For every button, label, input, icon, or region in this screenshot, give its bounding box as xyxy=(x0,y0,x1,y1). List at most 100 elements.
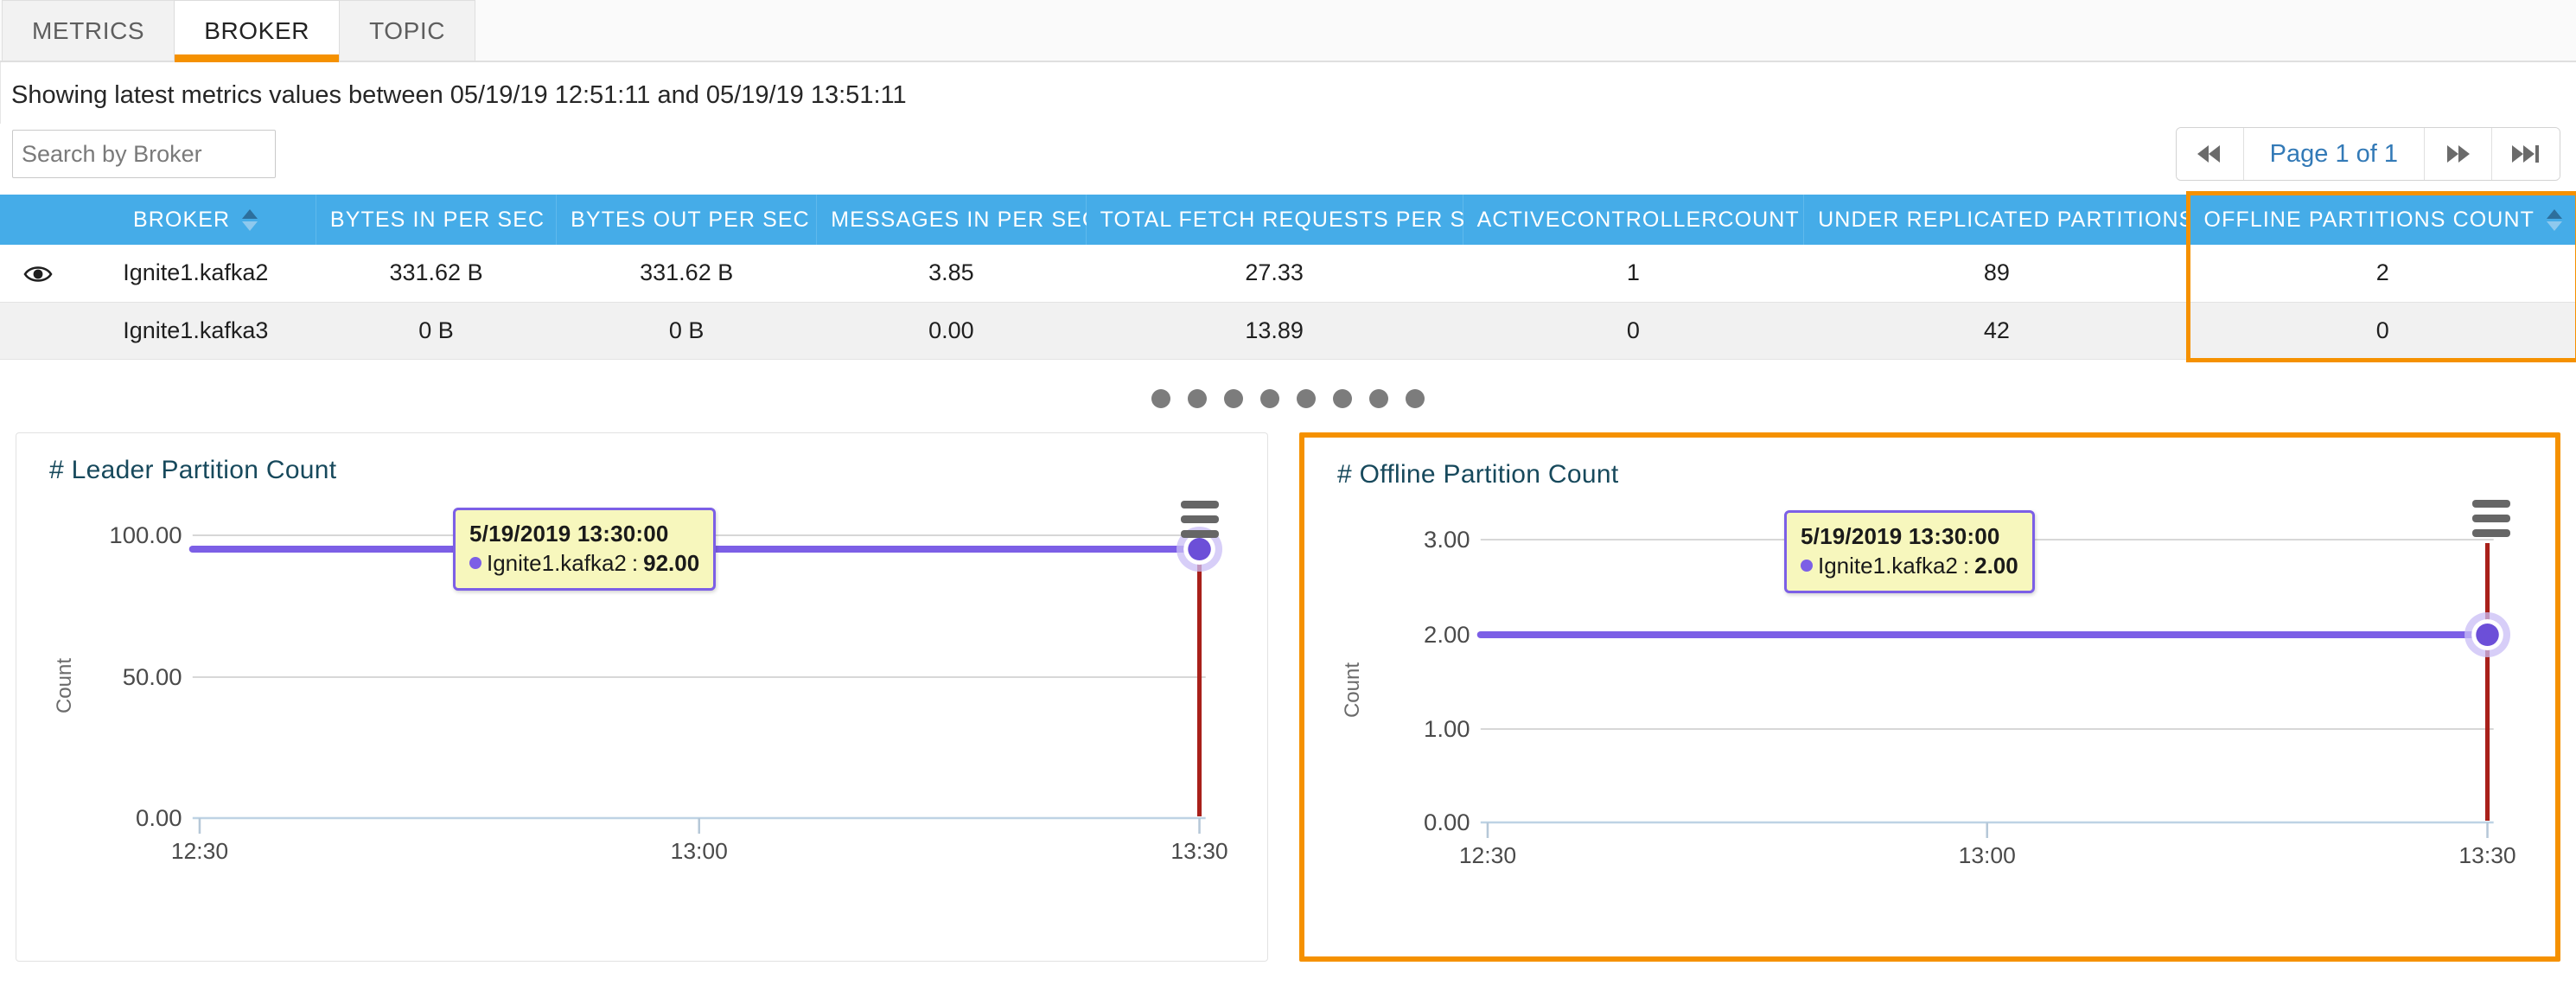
tab-bar: METRICS BROKER TOPIC xyxy=(0,0,2576,62)
broker-metrics-page: METRICS BROKER TOPIC Showing latest metr… xyxy=(0,0,2576,985)
column-header-offline-partitions-count-label: OFFLINE PARTITIONS COUNT xyxy=(2203,207,2535,232)
carousel-dot[interactable] xyxy=(1297,388,1316,408)
y-tick-label: 0.00 xyxy=(136,804,182,831)
chart-menu-hamburger-icon[interactable] xyxy=(2472,499,2510,537)
carousel-dots xyxy=(0,360,2576,432)
metrics-time-range-text: Showing latest metrics values between 05… xyxy=(0,62,2576,124)
chart-title-offline-partition-count: # Offline Partition Count xyxy=(1337,459,1619,489)
column-header-messages-in-per-sec[interactable]: MESSAGES IN PER SEC xyxy=(816,195,1127,245)
tooltip-series-bullet-icon xyxy=(469,556,481,569)
first-page-button[interactable] xyxy=(2176,128,2244,180)
cell-bytes-out-per-sec: 0 B xyxy=(556,302,817,360)
x-tick-label: 13:30 xyxy=(2458,842,2515,868)
y-tick-label: 0.00 xyxy=(1424,809,1470,835)
tooltip-series-row: Ignite1.kafka2: 92.00 xyxy=(469,548,699,578)
broker-metrics-table: BROKER BYTES IN PER SEC BYTES OUT PER SE… xyxy=(0,195,2576,360)
column-header-offline-partitions-count[interactable]: OFFLINE PARTITIONS COUNT xyxy=(2190,195,2576,245)
tooltip-series-row: Ignite1.kafka2: 2.00 xyxy=(1801,551,2018,580)
x-tick-label: 12:30 xyxy=(1459,842,1516,868)
tab-metrics[interactable]: METRICS xyxy=(2,0,175,61)
y-axis-title: Count xyxy=(1341,662,1364,717)
tooltip-series-name: Ignite1.kafka2 xyxy=(1818,552,1958,579)
column-header-bytes-out-per-sec-label: BYTES OUT PER SEC xyxy=(571,207,810,232)
column-header-bytes-in-per-sec[interactable]: BYTES IN PER SEC xyxy=(316,195,573,245)
column-header-under-replicated-partitions-label: UNDER REPLICATED PARTITIONS xyxy=(1818,207,2195,232)
column-header-activecontrollercount[interactable]: ACTIVECONTROLLERCOUNT xyxy=(1463,195,1827,245)
table-row[interactable]: Ignite1.kafka3 0 B 0 B 0.00 13.89 0 42 0 xyxy=(0,302,2576,360)
sort-arrows-icon[interactable] xyxy=(242,208,258,231)
tab-topic[interactable]: TOPIC xyxy=(339,0,476,61)
row-visibility-toggle[interactable] xyxy=(0,302,76,360)
carousel-dot[interactable] xyxy=(1260,388,1279,408)
cell-activecontrollercount: 0 xyxy=(1463,302,1804,360)
x-tick-label: 13:00 xyxy=(1959,842,2016,868)
chart-body-offline-partition-count: 3.00 2.00 1.00 0.00 12:30 13:00 13:30 Co… xyxy=(1304,489,2555,922)
page-indicator-label[interactable]: Page 1 of 1 xyxy=(2244,128,2425,180)
tooltip-series-value: 2.00 xyxy=(1974,552,2018,579)
marker-point xyxy=(2476,623,2499,646)
tooltip-timestamp: 5/19/2019 13:30:00 xyxy=(1801,522,2000,549)
y-tick-label: 3.00 xyxy=(1424,526,1470,553)
row-visibility-toggle[interactable] xyxy=(0,245,76,303)
y-tick-label: 1.00 xyxy=(1424,715,1470,742)
tab-topic-label: TOPIC xyxy=(369,16,446,44)
column-header-total-fetch-requests-per-sec[interactable]: TOTAL FETCH REQUESTS PER SEC xyxy=(1086,195,1526,245)
table-row[interactable]: Ignite1.kafka2 331.62 B 331.62 B 3.85 27… xyxy=(0,245,2576,303)
eye-icon xyxy=(23,266,53,282)
y-tick-label: 2.00 xyxy=(1424,621,1470,648)
cell-activecontrollercount: 1 xyxy=(1463,245,1804,303)
column-header-total-fetch-requests-per-sec-label: TOTAL FETCH REQUESTS PER SEC xyxy=(1100,207,1498,232)
last-page-icon xyxy=(2512,145,2539,163)
chart-title-leader-partition-count: # Leader Partition Count xyxy=(49,455,337,484)
broker-metrics-table-wrapper: BROKER BYTES IN PER SEC BYTES OUT PER SE… xyxy=(0,191,2576,362)
chart-menu-hamburger-icon[interactable] xyxy=(1181,500,1219,538)
carousel-dot[interactable] xyxy=(1333,388,1352,408)
tooltip-colon: : xyxy=(631,549,639,576)
column-header-bytes-in-per-sec-label: BYTES IN PER SEC xyxy=(329,207,545,232)
carousel-dot[interactable] xyxy=(1151,388,1170,408)
tab-broker[interactable]: BROKER xyxy=(174,0,341,62)
cell-bytes-in-per-sec: 0 B xyxy=(316,302,557,360)
carousel-dot[interactable] xyxy=(1369,388,1388,408)
chart-body-leader-partition-count: 100.00 50.00 0.00 12:30 13:00 13:30 Coun… xyxy=(16,485,1267,918)
cell-bytes-in-per-sec: 331.62 B xyxy=(316,245,557,303)
y-axis-title: Count xyxy=(53,657,76,713)
search-input[interactable] xyxy=(12,130,276,178)
cell-total-fetch-requests-per-sec: 27.33 xyxy=(1086,245,1463,303)
next-page-icon xyxy=(2446,145,2470,163)
tooltip-series-bullet-icon xyxy=(1801,559,1813,572)
tooltip-series-value: 92.00 xyxy=(643,549,700,576)
cell-offline-partitions-count: 0 xyxy=(2190,302,2576,360)
carousel-dot[interactable] xyxy=(1224,388,1243,408)
tooltip-series-name: Ignite1.kafka2 xyxy=(487,549,627,576)
sort-arrows-icon[interactable] xyxy=(2546,208,2562,231)
charts-row: # Leader Partition Count 100.00 50.00 0.… xyxy=(0,432,2576,977)
marker-point xyxy=(1188,537,1211,560)
carousel-dot[interactable] xyxy=(1406,388,1425,408)
cell-offline-partitions-count: 2 xyxy=(2190,245,2576,303)
first-page-icon xyxy=(2197,145,2221,163)
offline-partition-count-chart-card: # Offline Partition Count 3.00 2.00 1.00… xyxy=(1299,432,2560,962)
column-header-activecontrollercount-label: ACTIVECONTROLLERCOUNT xyxy=(1476,207,1800,232)
chart-tooltip-leader-partition-count: 5/19/2019 13:30:00 Ignite1.kafka2: 92.00 xyxy=(453,507,717,592)
next-page-button[interactable] xyxy=(2425,128,2492,180)
x-tick-label: 12:30 xyxy=(171,838,228,864)
column-header-under-replicated-partitions[interactable]: UNDER REPLICATED PARTITIONS xyxy=(1803,195,2222,245)
cell-broker: Ignite1.kafka2 xyxy=(75,245,316,303)
column-header-broker-label: BROKER xyxy=(132,207,231,232)
last-page-button[interactable] xyxy=(2492,128,2560,180)
carousel-dot[interactable] xyxy=(1188,388,1207,408)
table-header-row: BROKER BYTES IN PER SEC BYTES OUT PER SE… xyxy=(0,195,2576,245)
column-header-broker[interactable]: BROKER xyxy=(75,195,316,245)
y-tick-label: 50.00 xyxy=(123,663,182,690)
cell-under-replicated-partitions: 89 xyxy=(1803,245,2190,303)
cell-broker: Ignite1.kafka3 xyxy=(75,302,316,360)
x-tick-label: 13:00 xyxy=(671,838,728,864)
cell-bytes-out-per-sec: 331.62 B xyxy=(556,245,817,303)
cell-under-replicated-partitions: 42 xyxy=(1803,302,2190,360)
tooltip-timestamp: 5/19/2019 13:30:00 xyxy=(469,520,669,547)
table-toolbar: Page 1 of 1 xyxy=(0,124,2576,195)
column-header-bytes-out-per-sec[interactable]: BYTES OUT PER SEC xyxy=(556,195,838,245)
cell-messages-in-per-sec: 0.00 xyxy=(816,302,1087,360)
column-header-messages-in-per-sec-label: MESSAGES IN PER SEC xyxy=(831,207,1100,232)
